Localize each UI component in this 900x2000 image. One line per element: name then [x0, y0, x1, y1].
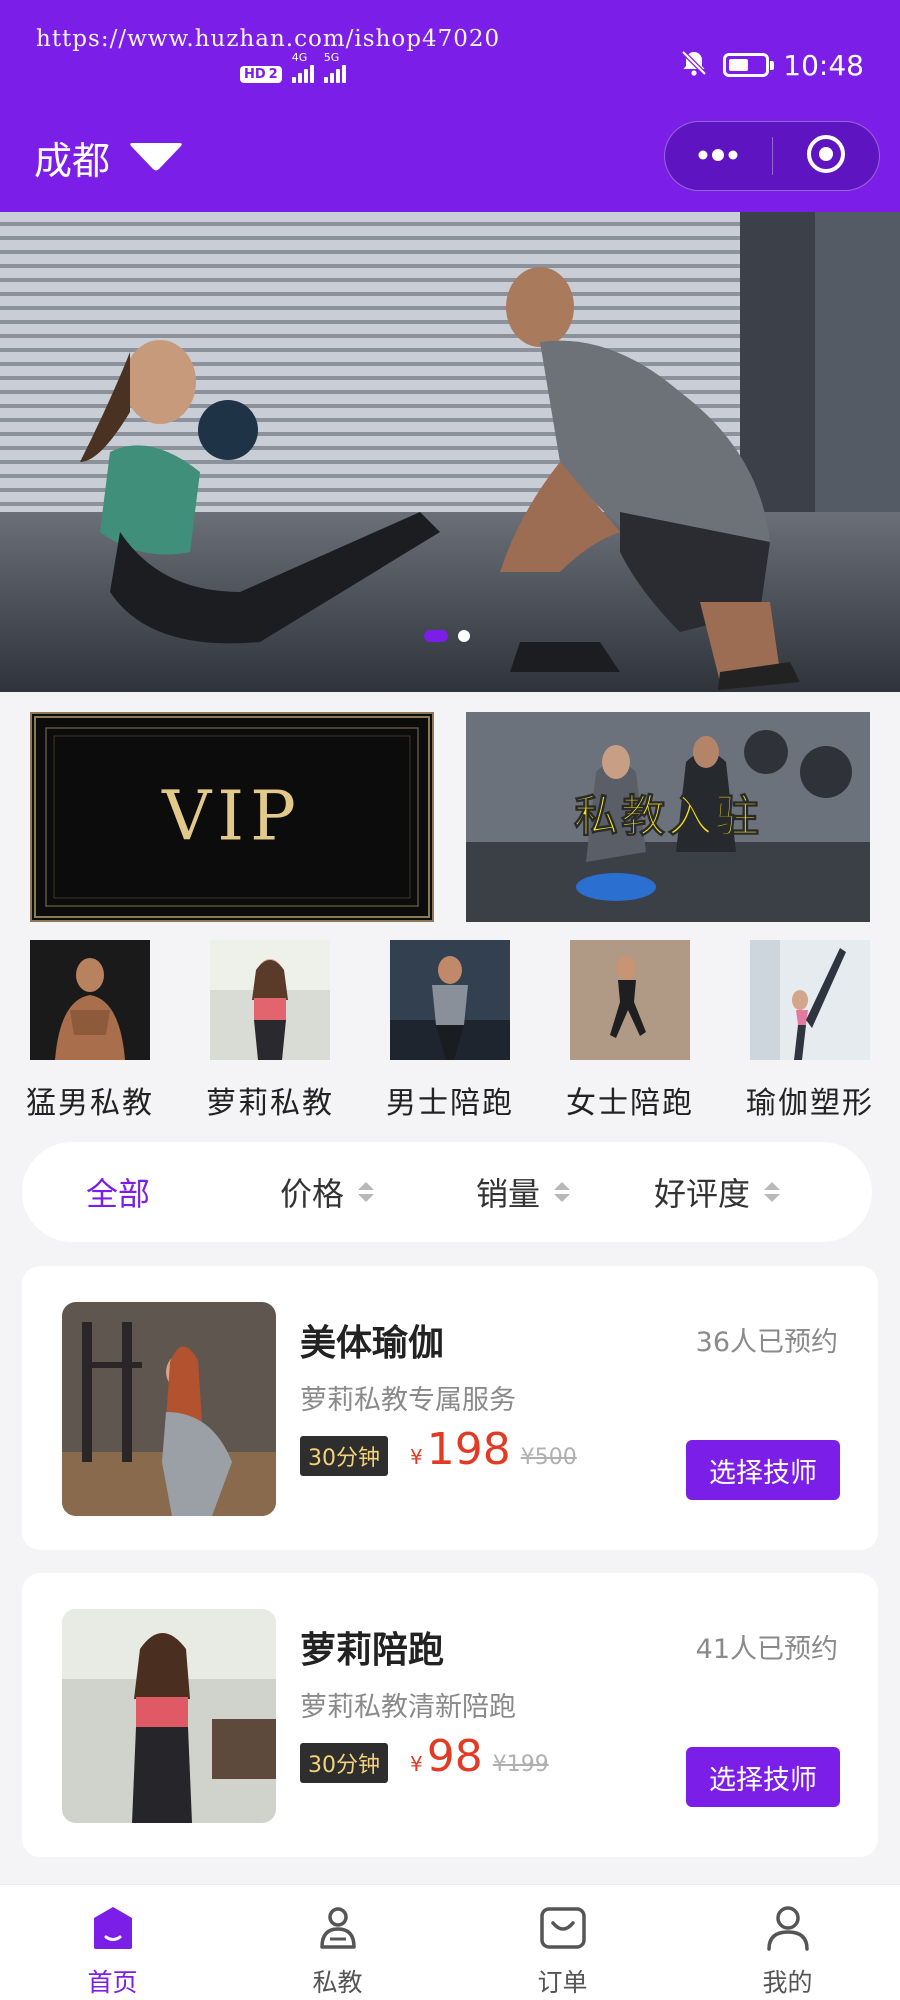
- banner-carousel[interactable]: [0, 212, 900, 692]
- price-value: 98: [426, 1731, 483, 1782]
- category-muscle-coach[interactable]: 猛男私教: [5, 940, 175, 1122]
- battery-icon: [723, 53, 775, 77]
- service-subtitle: 萝莉私教清新陪跑: [300, 1692, 516, 1723]
- category-male-running[interactable]: 男士陪跑: [365, 940, 535, 1122]
- category-label: 瑜伽塑形: [746, 1086, 874, 1121]
- category-label: 猛男私教: [26, 1086, 154, 1121]
- status-right: 10:48: [679, 48, 864, 82]
- filter-price[interactable]: 价格: [280, 1142, 375, 1242]
- battery-fill: [729, 59, 749, 71]
- network-1-label: 4G: [291, 51, 308, 64]
- app-root: https://www.huzhan.com/ishop47020 HD 2 4…: [0, 0, 900, 2000]
- price: ¥ 198 ¥500: [410, 1424, 577, 1475]
- banner-image: [0, 212, 900, 692]
- sim-number: 2: [268, 67, 278, 82]
- category-image: [750, 940, 870, 1060]
- category-female-running[interactable]: 女士陪跑: [545, 940, 715, 1122]
- category-yoga-shaping[interactable]: 瑜伽塑形: [725, 940, 895, 1122]
- carousel-indicators: [424, 630, 470, 642]
- coach-icon: [313, 1903, 363, 1957]
- tab-profile-label: 我的: [762, 1968, 813, 1997]
- filter-sales-label: 销量: [476, 1175, 541, 1213]
- category-image: [210, 940, 330, 1060]
- tab-profile[interactable]: 我的: [675, 1885, 900, 2000]
- mini-program-capsule: [664, 121, 880, 191]
- signal-4g-icon: 4G: [291, 51, 314, 83]
- sort-arrows-icon: [358, 1182, 375, 1202]
- target-close-icon: [805, 133, 847, 179]
- duration-tag: 30分钟: [300, 1743, 388, 1783]
- vip-text: VIP: [162, 777, 302, 857]
- price-value: 198: [426, 1424, 511, 1475]
- currency-symbol: ¥: [410, 1445, 423, 1469]
- url-watermark: https://www.huzhan.com/ishop47020: [36, 26, 501, 52]
- network-indicators: HD 2 4G 5G: [240, 52, 346, 83]
- original-price: ¥500: [520, 1445, 577, 1470]
- filter-rating[interactable]: 好评度: [654, 1142, 781, 1242]
- booked-count: 41人已预约: [695, 1634, 838, 1665]
- category-girl-coach[interactable]: 萝莉私教: [185, 940, 355, 1122]
- category-row: 猛男私教 萝莉私教 男士陪跑 女士陪跑 瑜伽塑形: [0, 940, 900, 1122]
- service-card[interactable]: 美体瑜伽 36人已预约 萝莉私教专属服务 30分钟 ¥ 198 ¥500 选择技…: [22, 1266, 878, 1550]
- sort-arrows-icon: [764, 1182, 781, 1202]
- tab-coach-label: 私教: [312, 1968, 363, 1997]
- category-label: 男士陪跑: [386, 1086, 514, 1121]
- tab-home[interactable]: 首页: [0, 1885, 225, 2000]
- service-card[interactable]: 萝莉陪跑 41人已预约 萝莉私教清新陪跑 30分钟 ¥ 98 ¥199 选择技师: [22, 1573, 878, 1857]
- carousel-dot-2[interactable]: [458, 630, 470, 642]
- sort-arrows-icon: [554, 1182, 571, 1202]
- service-title: 美体瑜伽: [300, 1323, 445, 1364]
- filter-price-label: 价格: [280, 1175, 345, 1213]
- mute-bell-icon: [679, 48, 709, 82]
- category-image: [570, 940, 690, 1060]
- home-icon: [88, 1903, 138, 1957]
- service-title: 萝莉陪跑: [300, 1630, 445, 1671]
- carousel-dot-1[interactable]: [424, 630, 448, 642]
- currency-symbol: ¥: [410, 1752, 423, 1776]
- profile-icon: [763, 1903, 813, 1957]
- network-2-label: 5G: [323, 51, 340, 64]
- vip-promo-card[interactable]: VIP: [30, 712, 434, 922]
- tab-home-label: 首页: [87, 1968, 138, 1997]
- category-label: 萝莉私教: [206, 1086, 334, 1121]
- filter-all[interactable]: 全部: [86, 1142, 150, 1242]
- tab-orders-label: 订单: [537, 1968, 588, 1997]
- hd-badge-text: HD: [244, 67, 266, 82]
- bottom-tab-bar: 首页 私教 订单 我的: [0, 1884, 900, 2000]
- filter-all-label: 全部: [86, 1175, 151, 1213]
- order-icon: [538, 1903, 588, 1957]
- category-image: [390, 940, 510, 1060]
- category-label: 女士陪跑: [566, 1086, 694, 1121]
- select-technician-button[interactable]: 选择技师: [686, 1747, 840, 1807]
- tab-coach[interactable]: 私教: [225, 1885, 450, 2000]
- hd-badge: HD 2: [240, 66, 282, 83]
- city-name: 成都: [34, 139, 111, 183]
- more-button[interactable]: [665, 122, 772, 190]
- duration-tag: 30分钟: [300, 1436, 388, 1476]
- service-thumbnail: [62, 1609, 276, 1823]
- filter-rating-label: 好评度: [654, 1175, 751, 1213]
- service-subtitle: 萝莉私教专属服务: [300, 1385, 516, 1416]
- price: ¥ 98 ¥199: [410, 1731, 549, 1782]
- header: https://www.huzhan.com/ishop47020 HD 2 4…: [0, 0, 900, 212]
- service-thumbnail: [62, 1302, 276, 1516]
- signal-5g-icon: 5G: [323, 51, 346, 83]
- more-dots-icon: [695, 147, 741, 166]
- filter-sales[interactable]: 销量: [476, 1142, 571, 1242]
- clock-time: 10:48: [783, 48, 864, 82]
- triangle-down-icon: [126, 139, 186, 177]
- select-technician-button[interactable]: 选择技师: [686, 1440, 840, 1500]
- category-image: [30, 940, 150, 1060]
- tab-orders[interactable]: 订单: [450, 1885, 675, 2000]
- city-selector[interactable]: 成都: [34, 130, 186, 185]
- booked-count: 36人已预约: [695, 1327, 838, 1358]
- coach-join-promo-card[interactable]: 私教入驻: [466, 712, 870, 922]
- coach-join-text: 私教入驻: [574, 791, 762, 843]
- filter-bar: 全部 价格 销量 好评度: [22, 1142, 872, 1242]
- close-button[interactable]: [773, 122, 880, 190]
- original-price: ¥199: [492, 1752, 549, 1777]
